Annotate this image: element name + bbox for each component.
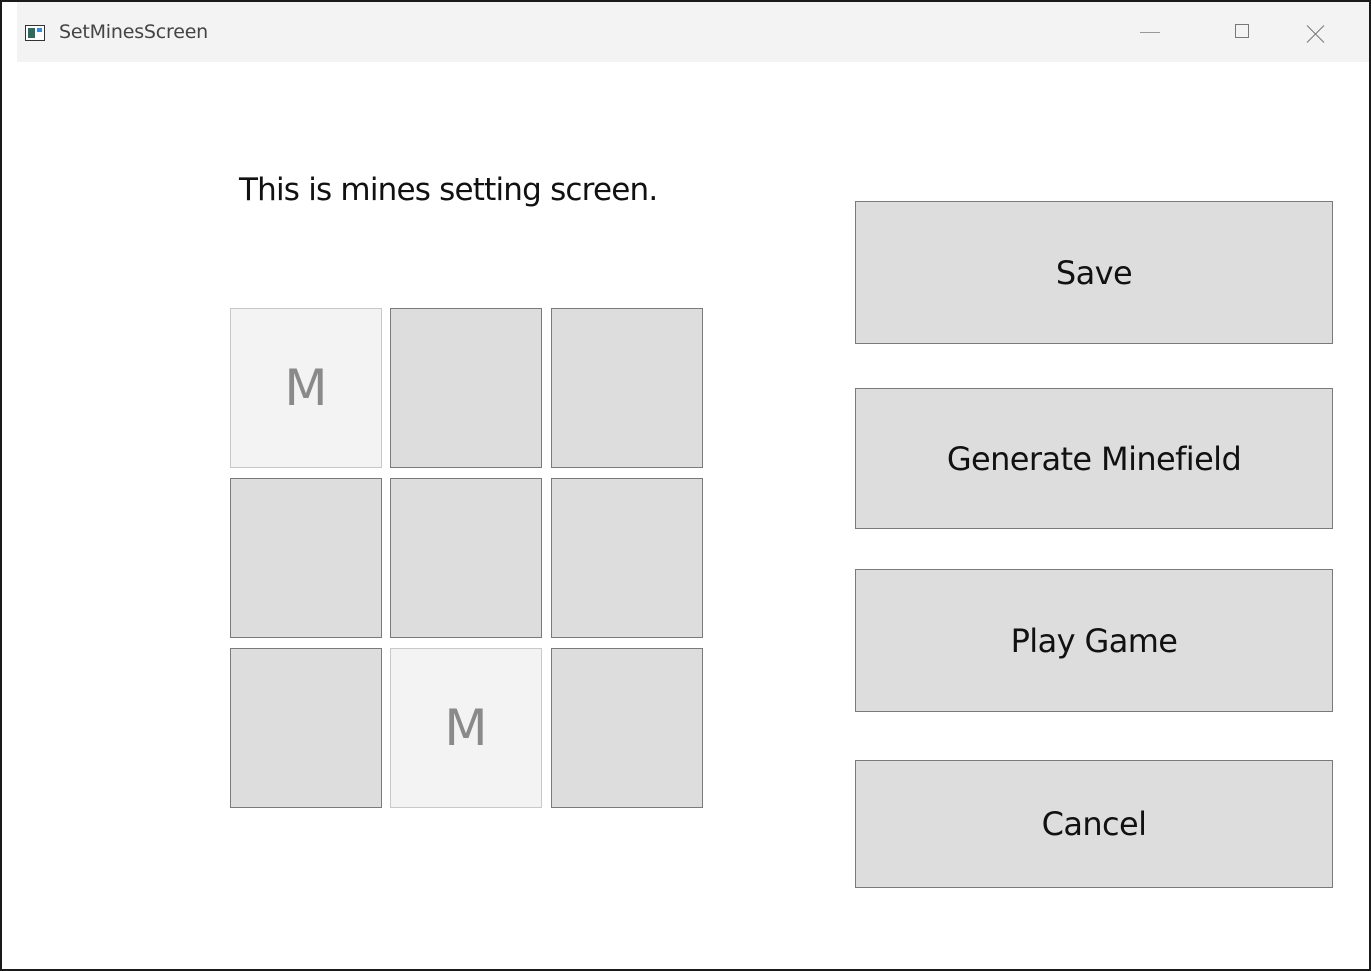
grid-cell-2-2[interactable] (551, 648, 703, 808)
grid-cell-0-2[interactable] (551, 308, 703, 468)
app-window-icon (25, 25, 45, 41)
maximize-icon (1235, 24, 1249, 38)
close-button[interactable] (1285, 2, 1345, 62)
page-heading: This is mines setting screen. (239, 172, 658, 208)
maximize-button[interactable] (1213, 2, 1273, 62)
play-game-button[interactable]: Play Game (855, 569, 1333, 712)
grid-cell-2-1[interactable]: M (390, 648, 542, 808)
minimize-button[interactable] (1120, 2, 1180, 62)
title-bar[interactable]: SetMinesScreen (17, 2, 1369, 62)
grid-cell-1-0[interactable] (230, 478, 382, 638)
minimize-icon (1140, 32, 1160, 33)
icon-pane-right (37, 28, 42, 32)
grid-cell-0-1[interactable] (390, 308, 542, 468)
grid-cell-1-2[interactable] (551, 478, 703, 638)
generate-minefield-button[interactable]: Generate Minefield (855, 388, 1333, 529)
save-button[interactable]: Save (855, 201, 1333, 344)
grid-cell-1-1[interactable] (390, 478, 542, 638)
icon-pane-left (28, 28, 35, 38)
window-title: SetMinesScreen (59, 21, 209, 43)
set-mines-window: SetMinesScreen This is mines setting scr… (0, 0, 1371, 971)
grid-cell-2-0[interactable] (230, 648, 382, 808)
cancel-button[interactable]: Cancel (855, 760, 1333, 888)
grid-cell-0-0[interactable]: M (230, 308, 382, 468)
